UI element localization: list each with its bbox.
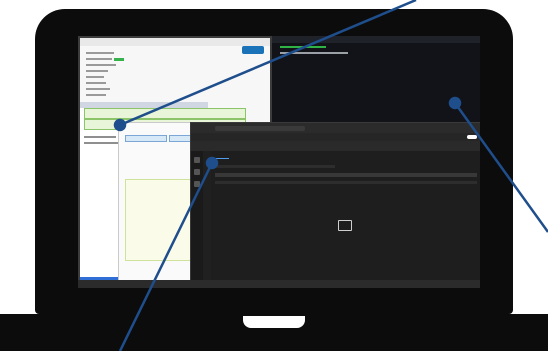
pointer-line xyxy=(453,102,548,233)
pointer-dot xyxy=(113,118,127,132)
pointer-dot xyxy=(205,156,219,170)
pointer-line xyxy=(118,162,214,351)
pointer-line xyxy=(119,0,417,127)
annotation-layer xyxy=(113,0,548,351)
pointer-dot xyxy=(448,96,462,110)
